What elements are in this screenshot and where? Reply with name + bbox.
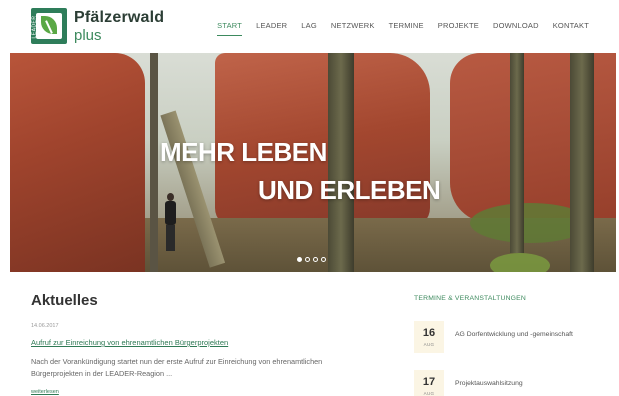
- slider-dot[interactable]: [305, 257, 310, 262]
- hero-hiker: [164, 193, 176, 251]
- nav-item-download[interactable]: DOWNLOAD: [493, 21, 539, 36]
- hero-moss: [490, 253, 550, 272]
- hero-headline-line2: UND ERLEBEN: [258, 175, 441, 205]
- logo-text: Pfälzerwald plus: [74, 8, 165, 44]
- event-day: 17: [422, 376, 436, 388]
- nav-item-start[interactable]: START: [217, 21, 242, 36]
- event-title[interactable]: AG Dorfentwicklung und -gemeinschaft: [455, 331, 573, 338]
- nav-item-leader[interactable]: LEADER: [256, 21, 287, 36]
- nav-item-projekte[interactable]: PROJEKTE: [438, 21, 479, 36]
- calendar-date-badge: 17 AUG: [414, 370, 444, 396]
- calendar-date-badge: 16 AUG: [414, 321, 444, 353]
- nav-item-kontakt[interactable]: KONTAKT: [553, 21, 589, 36]
- logo-subtitle: plus: [74, 26, 102, 44]
- hero-rock-left: [10, 53, 145, 272]
- hero-tree: [510, 53, 524, 253]
- event-month: AUG: [423, 391, 435, 396]
- logo-mark-text: LEADER: [31, 15, 38, 39]
- nav-item-netzwerk[interactable]: NETZWERK: [331, 21, 375, 36]
- slider-dot[interactable]: [297, 257, 302, 262]
- hero-tree: [570, 53, 594, 272]
- nav-item-termine[interactable]: TERMINE: [389, 21, 424, 36]
- news-title-link[interactable]: Aufruf zur Einreichung von ehrenamtliche…: [31, 338, 228, 347]
- site-header: LEADER Pfälzerwald plus START LEADER LAG…: [0, 0, 619, 52]
- news-date: 14.06.2017: [31, 323, 59, 329]
- hero-tree: [150, 53, 158, 272]
- slider-dots: [297, 257, 326, 262]
- site-logo[interactable]: LEADER Pfälzerwald plus: [31, 8, 164, 44]
- hero-headline-line1: MEHR LEBEN: [160, 137, 327, 167]
- leader-logo-icon: LEADER: [31, 8, 67, 44]
- nav-item-lag[interactable]: LAG: [301, 21, 317, 36]
- news-heading: Aktuelles: [31, 292, 98, 309]
- main-nav: START LEADER LAG NETZWERK TERMINE PROJEK…: [203, 21, 589, 36]
- hero-slider[interactable]: MEHR LEBEN UND ERLEBEN: [10, 53, 616, 272]
- slider-dot[interactable]: [313, 257, 318, 262]
- event-day: 16: [422, 327, 436, 339]
- events-heading: TERMINE & VERANSTALTUNGEN: [414, 295, 527, 302]
- news-excerpt: Nach der Vorankündigung startet nun der …: [31, 357, 323, 378]
- logo-title: Pfälzerwald: [74, 8, 165, 26]
- event-month: AUG: [423, 342, 435, 347]
- slider-dot[interactable]: [321, 257, 326, 262]
- event-item[interactable]: 17 AUG Projektauswahlsitzung: [414, 370, 614, 396]
- event-title[interactable]: Projektauswahlsitzung: [455, 380, 523, 387]
- read-more-link[interactable]: weiterlesen: [31, 389, 59, 395]
- hero-tree: [328, 53, 354, 272]
- event-item[interactable]: 16 AUG AG Dorfentwicklung und -gemeinsch…: [414, 321, 614, 353]
